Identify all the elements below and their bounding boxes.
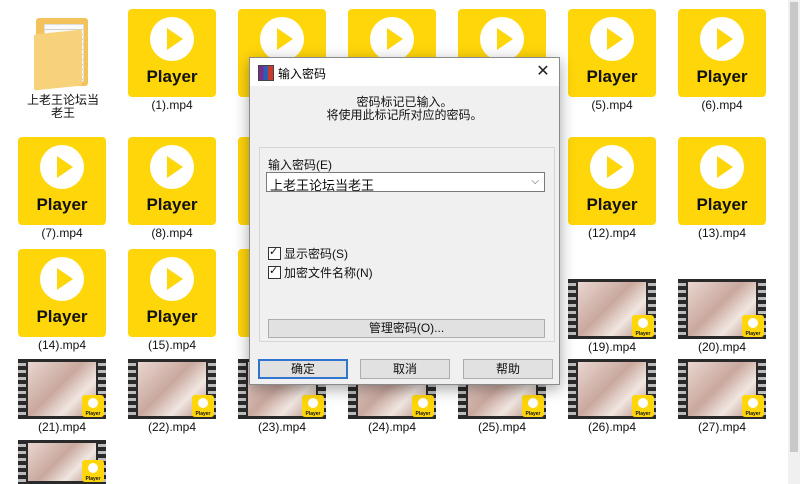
cancel-button[interactable]: 取消 bbox=[360, 359, 450, 379]
video-thumbnail bbox=[678, 359, 766, 419]
file-item[interactable] bbox=[7, 440, 117, 484]
file-item[interactable]: Player (8).mp4 bbox=[117, 137, 227, 240]
dialog-info: 密码标记已输入。 将使用此标记所对应的密码。 bbox=[250, 96, 559, 122]
player-badge-icon bbox=[632, 315, 654, 337]
player-badge-icon bbox=[522, 395, 544, 417]
file-label: (13).mp4 bbox=[697, 226, 747, 240]
player-thumbnail: Player bbox=[678, 137, 766, 225]
player-thumbnail: Player bbox=[128, 9, 216, 97]
file-label: (26).mp4 bbox=[587, 420, 637, 434]
player-thumbnail: Player bbox=[18, 249, 106, 337]
player-badge-icon bbox=[192, 395, 214, 417]
player-badge-icon bbox=[82, 460, 104, 482]
file-item[interactable]: Player (12).mp4 bbox=[557, 137, 667, 240]
checkbox-checked-icon[interactable] bbox=[268, 245, 281, 260]
player-thumbnail: Player bbox=[128, 137, 216, 225]
file-item[interactable]: Player (14).mp4 bbox=[7, 249, 117, 352]
folder-icon bbox=[30, 14, 96, 91]
chevron-down-icon[interactable]: ⌵ bbox=[531, 176, 539, 187]
video-thumbnail bbox=[128, 359, 216, 419]
play-icon bbox=[480, 17, 524, 61]
file-label: (27).mp4 bbox=[697, 420, 747, 434]
file-item[interactable]: Player (6).mp4 bbox=[667, 9, 777, 112]
play-icon bbox=[150, 257, 194, 301]
file-item[interactable]: (26).mp4 bbox=[557, 359, 667, 434]
video-thumbnail bbox=[568, 359, 656, 419]
player-thumbnail: Player bbox=[678, 9, 766, 97]
password-combobox[interactable]: 上老王论坛当老王 ⌵ bbox=[266, 172, 545, 193]
encrypt-names-checkbox[interactable]: 加密文件名称(N) bbox=[268, 264, 373, 281]
player-thumbnail: Player bbox=[568, 137, 656, 225]
play-icon bbox=[150, 145, 194, 189]
file-label: (20).mp4 bbox=[697, 340, 747, 354]
play-icon bbox=[370, 17, 414, 61]
play-icon bbox=[260, 17, 304, 61]
play-icon bbox=[150, 17, 194, 61]
player-thumbnail: Player bbox=[568, 9, 656, 97]
folder-label: 上老王论坛当老王 bbox=[26, 93, 99, 120]
dialog-title: 输入密码 bbox=[278, 67, 327, 81]
file-item[interactable]: (22).mp4 bbox=[117, 359, 227, 434]
play-icon bbox=[40, 257, 84, 301]
player-badge-icon bbox=[302, 395, 324, 417]
file-label: (19).mp4 bbox=[587, 340, 637, 354]
winrar-icon bbox=[258, 65, 274, 81]
checkbox-checked-icon[interactable] bbox=[268, 264, 281, 279]
video-thumbnail bbox=[18, 440, 106, 484]
manage-passwords-button[interactable]: 管理密码(O)... bbox=[268, 319, 545, 338]
video-thumbnail bbox=[678, 279, 766, 339]
player-badge-icon bbox=[742, 395, 764, 417]
file-label: (5).mp4 bbox=[591, 98, 633, 112]
player-badge-icon bbox=[742, 315, 764, 337]
dialog-titlebar[interactable]: 输入密码 ✕ bbox=[250, 58, 559, 86]
file-label: (7).mp4 bbox=[41, 226, 83, 240]
file-label: (21).mp4 bbox=[37, 420, 87, 434]
file-label: (14).mp4 bbox=[37, 338, 87, 352]
help-button[interactable]: 帮助 bbox=[463, 359, 553, 379]
video-thumbnail bbox=[18, 359, 106, 419]
encrypt-names-label: 加密文件名称(N) bbox=[284, 266, 373, 280]
vertical-scrollbar[interactable] bbox=[788, 0, 800, 484]
file-label: (25).mp4 bbox=[477, 420, 527, 434]
video-thumbnail bbox=[568, 279, 656, 339]
file-label: (12).mp4 bbox=[587, 226, 637, 240]
play-icon bbox=[590, 17, 634, 61]
file-item[interactable]: (19).mp4 bbox=[557, 279, 667, 354]
file-item[interactable]: (21).mp4 bbox=[7, 359, 117, 434]
file-item[interactable]: Player (1).mp4 bbox=[117, 9, 227, 112]
show-password-label: 显示密码(S) bbox=[284, 247, 348, 261]
play-icon bbox=[700, 17, 744, 61]
file-label: (15).mp4 bbox=[147, 338, 197, 352]
password-group: 输入密码(E) 上老王论坛当老王 ⌵ 显示密码(S) 加密文件名称(N) 管理密… bbox=[259, 147, 555, 342]
file-item[interactable]: Player (7).mp4 bbox=[7, 137, 117, 240]
password-dialog: 输入密码 ✕ 密码标记已输入。 将使用此标记所对应的密码。 输入密码(E) 上老… bbox=[249, 57, 560, 385]
file-label: (22).mp4 bbox=[147, 420, 197, 434]
file-item[interactable]: Player (5).mp4 bbox=[557, 9, 667, 112]
password-field-label: 输入密码(E) bbox=[268, 158, 332, 172]
player-badge-icon bbox=[632, 395, 654, 417]
play-icon bbox=[700, 145, 744, 189]
password-value: 上老王论坛当老王 bbox=[270, 178, 375, 193]
file-label: (23).mp4 bbox=[257, 420, 307, 434]
show-password-checkbox[interactable]: 显示密码(S) bbox=[268, 245, 348, 262]
file-label: (1).mp4 bbox=[151, 98, 193, 112]
file-label: (24).mp4 bbox=[367, 420, 417, 434]
file-item[interactable]: Player (13).mp4 bbox=[667, 137, 777, 240]
player-badge-icon bbox=[82, 395, 104, 417]
play-icon bbox=[590, 145, 634, 189]
play-icon bbox=[40, 145, 84, 189]
ok-button[interactable]: 确定 bbox=[258, 359, 348, 379]
file-label: (6).mp4 bbox=[701, 98, 743, 112]
player-thumbnail: Player bbox=[18, 137, 106, 225]
player-thumbnail: Player bbox=[128, 249, 216, 337]
scrollbar-thumb[interactable] bbox=[790, 2, 798, 452]
player-badge-icon bbox=[412, 395, 434, 417]
file-label: (8).mp4 bbox=[151, 226, 193, 240]
close-icon[interactable]: ✕ bbox=[531, 61, 555, 83]
file-item[interactable]: (27).mp4 bbox=[667, 359, 777, 434]
folder-item[interactable]: 上老王论坛当老王 bbox=[8, 8, 118, 120]
info-line-2: 将使用此标记所对应的密码。 bbox=[326, 108, 483, 122]
file-item[interactable]: (20).mp4 bbox=[667, 279, 777, 354]
file-item[interactable]: Player (15).mp4 bbox=[117, 249, 227, 352]
